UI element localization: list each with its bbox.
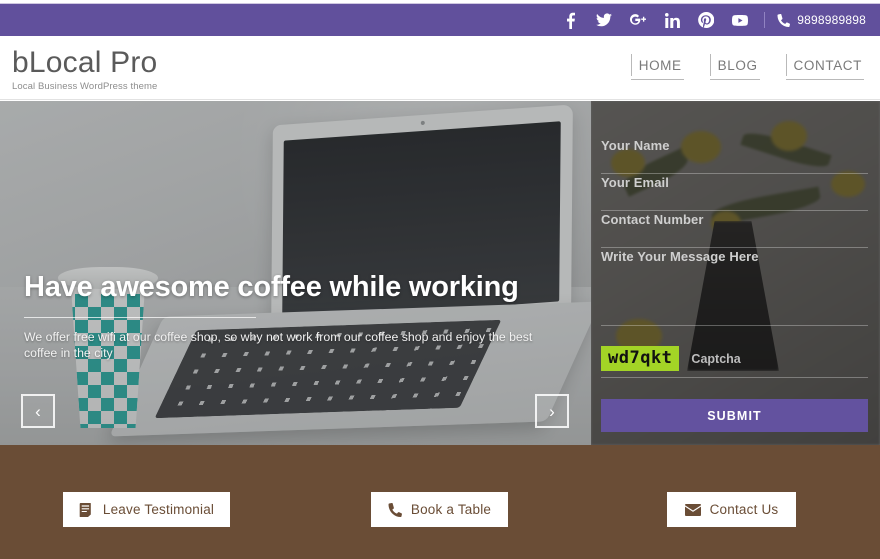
contact-number-field[interactable]: Contact Number [601,211,868,248]
nav-item-home[interactable]: HOME [630,54,684,80]
message-field[interactable]: Write Your Message Here [601,248,868,326]
book-icon [79,502,91,517]
top-bar: 9898989898 [0,3,880,36]
topbar-divider [764,12,766,28]
contact-us-label: Contact Us [709,502,779,517]
contact-form-panel: Your Name Your Email Contact Number Writ… [591,101,880,445]
hero-copy: Have awesome coffee while working We off… [24,270,564,361]
brand-tagline: Local Business WordPress theme [12,81,158,92]
hero-description: We offer free wifi at our coffee shop, s… [24,330,533,360]
captcha-row: wd7qkt Captcha [601,340,868,378]
name-field-placeholder: Your Name [601,138,670,153]
leave-testimonial-button[interactable]: Leave Testimonial [63,492,230,527]
main-navigation: HOME BLOG CONTACT [630,54,864,80]
book-a-table-button[interactable]: Book a Table [371,492,508,527]
brand[interactable]: bLocal Pro Local Business WordPress them… [12,46,157,92]
nav-item-contact[interactable]: CONTACT [785,54,864,80]
site-header: bLocal Pro Local Business WordPress them… [0,36,880,100]
phone-icon [388,502,402,517]
book-a-table-label: Book a Table [410,502,492,517]
name-field[interactable]: Your Name [601,137,868,174]
contact-form: Your Name Your Email Contact Number Writ… [601,101,880,445]
email-field[interactable]: Your Email [601,174,868,211]
captcha-input-placeholder[interactable]: Captcha [691,352,740,366]
submit-button[interactable]: SUBMIT [601,399,868,432]
youtube-icon[interactable] [732,11,749,29]
linkedin-icon[interactable] [664,11,680,29]
social-links [562,11,749,29]
page-root: 9898989898 bLocal Pro Local Business Wor… [0,0,880,559]
envelope-icon [684,503,701,516]
phone-number-text: 9898989898 [797,13,866,27]
captcha-image: wd7qkt [601,346,680,371]
slider-next-arrow-icon[interactable]: › [535,394,569,428]
nav-item-blog[interactable]: BLOG [709,54,760,80]
slider-prev-arrow-icon[interactable]: ‹ [21,394,55,428]
pinterest-icon[interactable] [698,11,715,29]
phone-number[interactable]: 9898989898 [777,13,866,27]
contact-us-button[interactable]: Contact Us [667,492,796,527]
email-field-placeholder: Your Email [601,175,669,190]
hero-slider: Have awesome coffee while working We off… [0,101,591,445]
phone-icon [777,13,791,27]
brand-name: bLocal Pro [12,46,158,79]
contact-number-field-placeholder: Contact Number [601,212,704,227]
hero-title: Have awesome coffee while working [24,271,519,303]
leave-testimonial-label: Leave Testimonial [102,502,215,517]
facebook-icon[interactable] [562,11,578,29]
google-plus-icon[interactable] [630,11,647,29]
message-field-placeholder: Write Your Message Here [601,249,759,264]
twitter-icon[interactable] [596,11,613,29]
hero-divider [24,317,256,318]
